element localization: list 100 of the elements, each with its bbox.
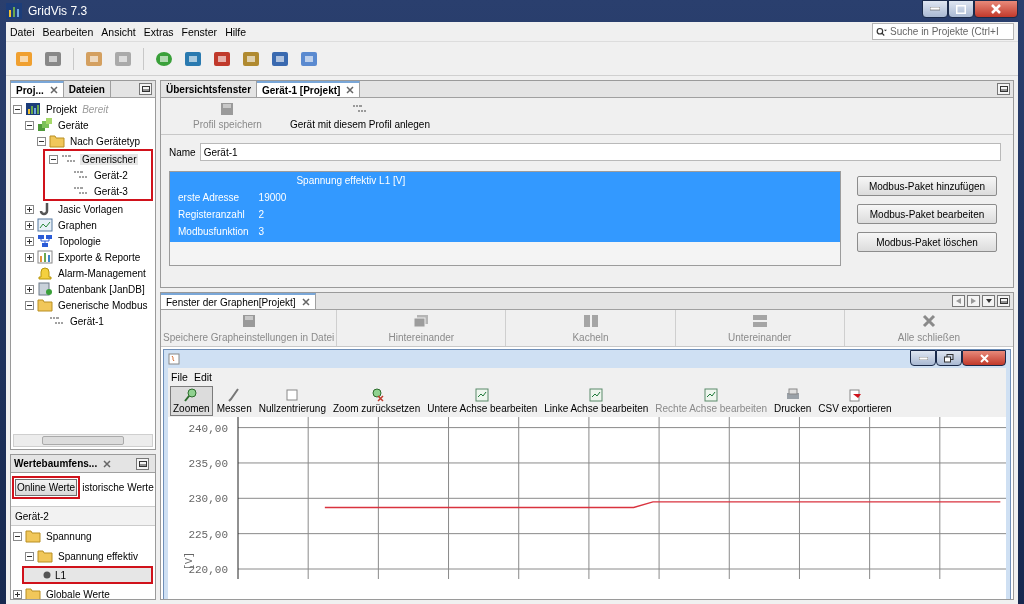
tree-item[interactable]: Gerät-2 (92, 169, 130, 181)
tree-item[interactable]: L1 (22, 566, 153, 584)
tree-item[interactable]: Exporte & Reporte (56, 251, 143, 263)
stacked-windows-icon (413, 314, 430, 328)
menu-item[interactable]: Ansicht (101, 24, 136, 39)
tree-item[interactable]: Topologie (56, 235, 103, 247)
close-button[interactable] (962, 350, 1006, 366)
devices-icon (37, 118, 53, 132)
tree-toggle[interactable] (25, 220, 34, 230)
tool-button[interactable]: Linke Achse bearbeiten (541, 386, 652, 416)
tree-item[interactable]: Projekt (44, 103, 80, 115)
triangle-right-icon (971, 298, 976, 304)
dot-icon (43, 571, 51, 579)
field-label: Modbusfunktion (178, 226, 249, 237)
folder-icon (25, 529, 41, 543)
tree-item[interactable]: Gerät-1 (68, 315, 106, 327)
tree-toggle[interactable] (49, 154, 58, 164)
field-label: erste Adresse (178, 192, 241, 203)
bar-chart-icon (37, 250, 53, 264)
close-icon[interactable] (49, 86, 58, 94)
maximize-button[interactable] (948, 0, 974, 18)
network-icon (37, 234, 53, 248)
caret-icon (985, 299, 992, 303)
scroll-left-button[interactable] (952, 295, 965, 307)
tree-toggle[interactable] (13, 104, 22, 114)
tree-item[interactable]: Spannung (44, 530, 94, 542)
menu-item[interactable]: Datei (10, 24, 35, 39)
tree-item[interactable]: Alarm-Management (56, 267, 148, 279)
tree-toggle[interactable] (25, 300, 34, 310)
tree-item[interactable]: Gerät-3 (92, 185, 130, 197)
bar-chart-icon (25, 102, 41, 116)
close-icon[interactable] (301, 298, 310, 306)
folder-icon (37, 549, 53, 563)
tree-item[interactable]: Globale Werte (44, 588, 112, 599)
close-button[interactable] (974, 0, 1018, 18)
panel-tab[interactable]: Proj... (11, 81, 64, 97)
toolbar-button[interactable]: Gerät mit diesem Profil anlegen (287, 101, 432, 131)
window-title: GridVis 7.3 (28, 4, 89, 18)
editor-tab[interactable]: Gerät-1 [Projekt] (257, 81, 361, 97)
action-button[interactable]: Modbus-Paket bearbeiten (857, 204, 997, 224)
menu-item[interactable]: Hilfe (225, 24, 247, 39)
tool-button[interactable]: Zoomen (170, 386, 213, 416)
tree-toggle[interactable] (25, 252, 34, 262)
toggle-button[interactable]: istorische Werte (80, 479, 155, 496)
minimize-button[interactable] (910, 350, 936, 366)
folder-icon (25, 587, 41, 599)
tree-toggle[interactable] (13, 589, 22, 599)
tool-button[interactable]: Zoom zurücksetzen (329, 386, 424, 416)
menu-item[interactable]: Bearbeiten (42, 24, 94, 39)
menu-item[interactable]: Edit (193, 369, 212, 384)
action-button[interactable]: Modbus-Paket löschen (857, 232, 997, 252)
tree-item[interactable]: Nach Gerätetyp (68, 135, 143, 147)
minimize-button[interactable] (922, 0, 948, 18)
horizontal-scrollbar[interactable] (13, 434, 153, 447)
tool-button[interactable]: CSV exportieren (815, 386, 895, 416)
close-icon[interactable] (346, 86, 355, 94)
tree-toggle[interactable] (37, 136, 46, 146)
search-field[interactable]: Suche in Projekte (Ctrl+I (872, 23, 1014, 40)
name-field[interactable]: Gerät-1 (199, 143, 1001, 161)
search-icon (876, 25, 887, 38)
close-icon (991, 4, 1001, 14)
tree-toggle[interactable] (13, 531, 22, 541)
tree-toggle[interactable] (25, 236, 34, 246)
action-button[interactable]: Modbus-Paket hinzufügen (857, 176, 997, 196)
tree-item[interactable]: Jasic Vorlagen (56, 203, 126, 215)
tree-item[interactable]: Graphen (56, 219, 99, 231)
restore-icon (944, 353, 954, 363)
tiles-icon (582, 314, 599, 328)
tree-item[interactable]: Spannung effektiv (56, 550, 140, 562)
rows-icon (751, 314, 768, 328)
dropdown-button[interactable] (982, 295, 995, 307)
field-value: 19000 (258, 192, 287, 203)
tree-toggle[interactable] (25, 120, 34, 130)
minimize-button[interactable] (997, 295, 1010, 307)
tree-item[interactable]: Geräte (56, 119, 91, 131)
toggle-button[interactable]: Online Werte (15, 479, 78, 496)
graphs-tab[interactable]: Fenster der Graphen[Projekt] (161, 293, 316, 309)
minimize-button[interactable] (139, 83, 152, 95)
tree-toggle[interactable] (25, 551, 34, 561)
minimize-button[interactable] (136, 457, 149, 470)
tool-button[interactable]: Drucken (771, 386, 815, 416)
tree-item[interactable]: Generische Modbus (56, 299, 150, 311)
tree-item[interactable]: Generischer (80, 153, 139, 165)
tool-button[interactable]: Messen (213, 386, 255, 416)
menu-item[interactable]: File (171, 369, 188, 384)
tree-item[interactable]: Datenbank [JanDB] (56, 283, 147, 295)
menu-item[interactable]: Fenster (181, 24, 218, 39)
close-icon[interactable] (103, 459, 112, 468)
tool-button[interactable]: Nullzentrierung (255, 386, 329, 416)
tree-toggle[interactable] (25, 204, 34, 214)
bell-icon (37, 266, 53, 280)
folder-icon (37, 298, 53, 312)
tool-button[interactable]: Untere Achse bearbeiten (424, 386, 541, 416)
restore-button[interactable] (936, 350, 962, 366)
menu-item[interactable]: Extras (143, 24, 174, 39)
line-chart-icon (588, 388, 605, 402)
tree-toggle[interactable] (25, 284, 34, 294)
close-icon (979, 353, 989, 363)
minimize-button[interactable] (997, 83, 1010, 95)
scroll-right-button[interactable] (967, 295, 980, 307)
